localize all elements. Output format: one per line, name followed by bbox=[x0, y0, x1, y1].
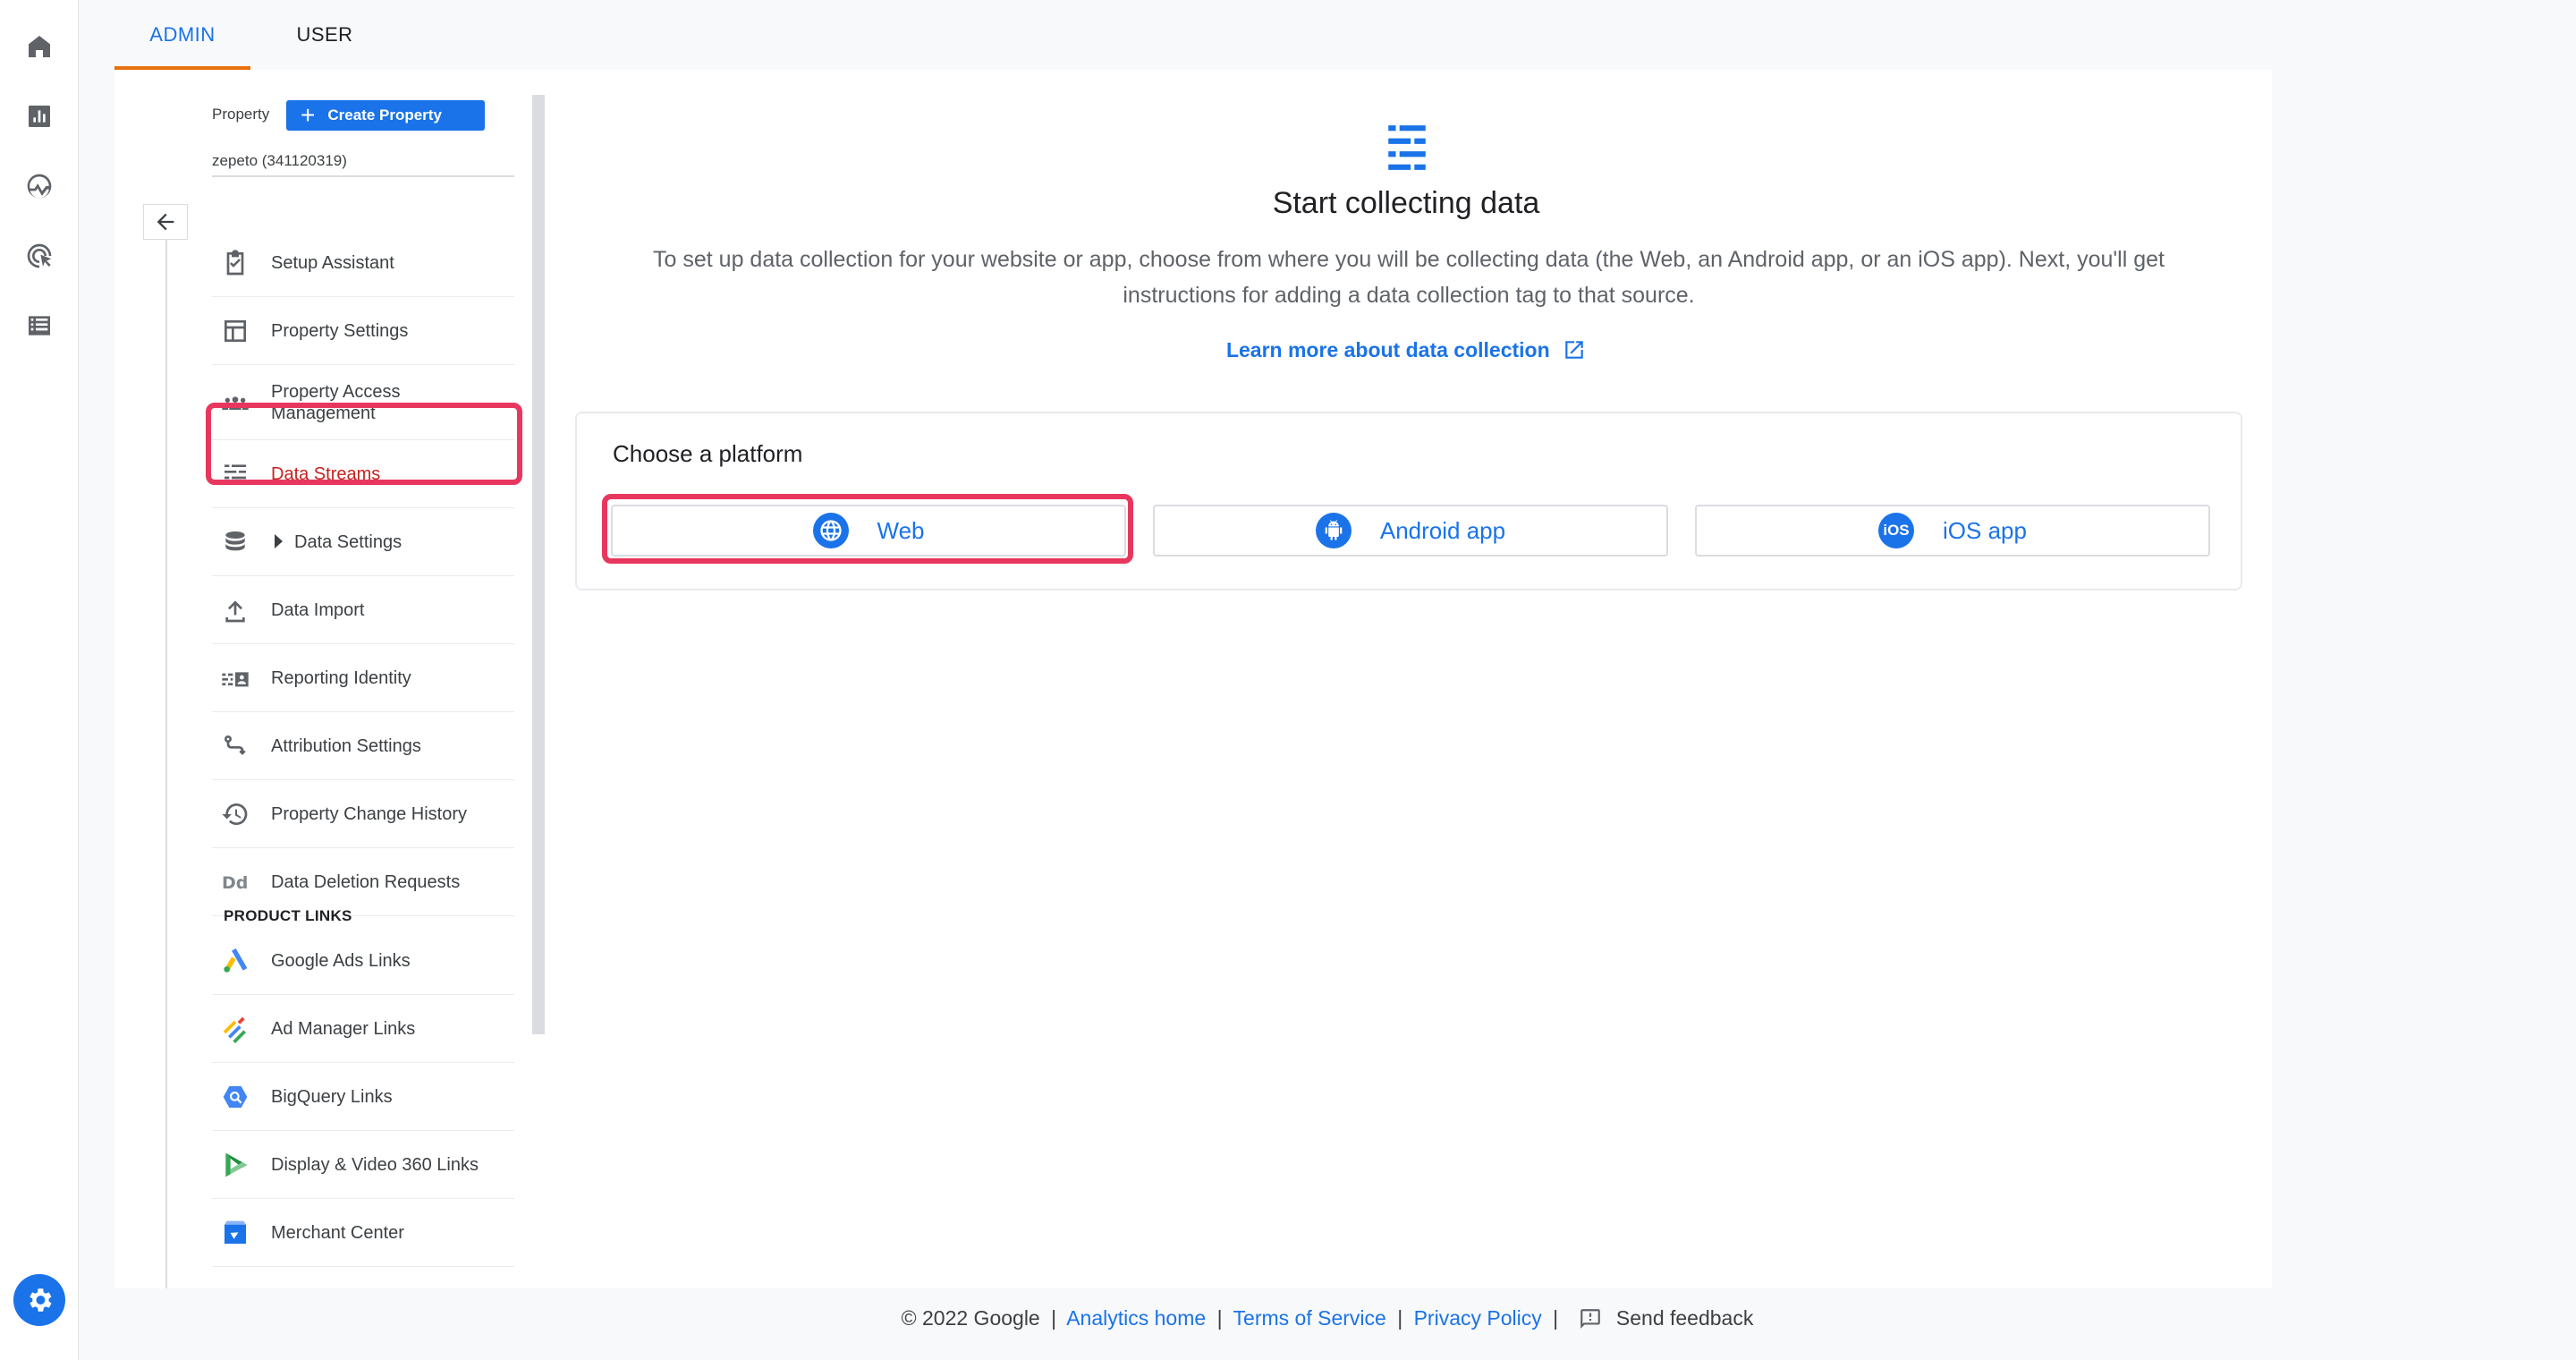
privacy-policy-link[interactable]: Privacy Policy bbox=[1414, 1306, 1542, 1330]
platform-ios-button[interactable]: iOS iOS app bbox=[1695, 505, 2210, 557]
nav-label: Data Deletion Requests bbox=[271, 872, 461, 892]
nav-item-setup-assistant[interactable]: Setup Assistant bbox=[212, 229, 514, 297]
nav-label: Display & Video 360 Links bbox=[271, 1155, 479, 1175]
google-ads-icon bbox=[221, 947, 250, 975]
ios-icon: iOS bbox=[1878, 513, 1915, 548]
tab-admin[interactable]: ADMIN bbox=[114, 0, 250, 70]
layout-icon bbox=[221, 317, 250, 345]
nav-label: Attribution Settings bbox=[271, 736, 421, 756]
nav-label: Setup Assistant bbox=[271, 253, 394, 273]
dv360-icon bbox=[221, 1151, 250, 1179]
nav-item-google-ads-links[interactable]: Google Ads Links bbox=[212, 927, 514, 995]
data-streams-hero-icon bbox=[1388, 125, 1426, 170]
admin-panel: Property + Create Property zepeto (34112… bbox=[114, 70, 2272, 1288]
platform-android-button[interactable]: Android app bbox=[1153, 505, 1668, 557]
analytics-home-link[interactable]: Analytics home bbox=[1066, 1306, 1206, 1330]
nav-item-reporting-identity[interactable]: Reporting Identity bbox=[212, 644, 514, 712]
learn-more-label: Learn more about data collection bbox=[1225, 338, 1550, 361]
footer-separator: | bbox=[1397, 1306, 1403, 1330]
plus-icon: + bbox=[301, 101, 316, 129]
page-description: To set up data collection for your websi… bbox=[653, 247, 2165, 308]
checklist-icon bbox=[221, 249, 250, 277]
back-button[interactable] bbox=[143, 204, 188, 240]
learn-more-link[interactable]: Learn more about data collection bbox=[1048, 338, 1764, 362]
nav-label: BigQuery Links bbox=[271, 1087, 393, 1107]
property-label: Property bbox=[212, 106, 270, 123]
nav-tree-line bbox=[165, 204, 167, 1288]
copyright: © 2022 Google bbox=[901, 1306, 1040, 1330]
nav-item-bigquery-links[interactable]: BigQuery Links bbox=[212, 1063, 514, 1131]
property-divider bbox=[212, 175, 514, 177]
android-icon bbox=[1315, 513, 1352, 548]
nav-label: Property Change History bbox=[271, 804, 467, 824]
analytics-admin-page: ADMIN USER Property + Create Property ze… bbox=[0, 0, 2576, 1360]
merchant-center-icon bbox=[221, 1219, 250, 1247]
footer-separator: | bbox=[1553, 1306, 1559, 1330]
ad-manager-icon bbox=[221, 1015, 250, 1043]
nav-label: Data Settings bbox=[294, 532, 402, 552]
terms-of-service-link[interactable]: Terms of Service bbox=[1233, 1306, 1386, 1330]
nav-item-data-settings[interactable]: Data Settings bbox=[212, 508, 514, 576]
nav-label: Ad Manager Links bbox=[271, 1019, 416, 1039]
identity-icon bbox=[221, 664, 250, 693]
create-property-button[interactable]: + Create Property bbox=[286, 100, 485, 131]
nav-item-attribution-settings[interactable]: Attribution Settings bbox=[212, 712, 514, 780]
nav-item-data-import[interactable]: Data Import bbox=[212, 576, 514, 644]
attribution-icon bbox=[221, 732, 250, 761]
explore-icon[interactable] bbox=[21, 168, 57, 204]
database-icon bbox=[221, 528, 250, 557]
tab-user[interactable]: USER bbox=[267, 0, 383, 70]
nav-label: Data Import bbox=[271, 600, 365, 620]
chevron-right-icon[interactable] bbox=[275, 534, 283, 548]
left-rail bbox=[0, 0, 79, 1360]
platform-label: Android app bbox=[1379, 516, 1506, 544]
property-selector[interactable]: zepeto (341120319) bbox=[212, 152, 347, 170]
configure-icon[interactable] bbox=[21, 308, 57, 344]
footer-separator: | bbox=[1051, 1306, 1057, 1330]
upload-icon bbox=[221, 596, 250, 625]
nav-item-property-change-history[interactable]: Property Change History bbox=[212, 780, 514, 848]
external-link-icon bbox=[1565, 341, 1583, 359]
nav-item-data-deletion-requests[interactable]: Dd Data Deletion Requests bbox=[212, 848, 514, 916]
nav-scrollbar[interactable] bbox=[532, 95, 545, 1034]
web-highlight bbox=[602, 494, 1133, 564]
card-title: Choose a platform bbox=[613, 440, 803, 467]
arrow-left-icon bbox=[157, 213, 174, 231]
nav-label: Merchant Center bbox=[271, 1223, 404, 1243]
send-feedback-label: Send feedback bbox=[1615, 1306, 1754, 1330]
product-links-heading: PRODUCT LINKS bbox=[224, 907, 352, 924]
footer: © 2022 Google | Analytics home | Terms o… bbox=[0, 1306, 2576, 1330]
history-icon bbox=[221, 800, 250, 829]
top-tab-bar: ADMIN USER bbox=[79, 0, 2576, 70]
send-feedback-button[interactable]: Send feedback bbox=[1570, 1306, 1754, 1330]
bigquery-icon bbox=[221, 1083, 250, 1111]
nav-item-property-settings[interactable]: Property Settings bbox=[212, 297, 514, 365]
nav-label: Reporting Identity bbox=[271, 668, 411, 688]
svg-text:Dd: Dd bbox=[222, 873, 248, 893]
reports-icon[interactable] bbox=[21, 98, 57, 134]
nav-item-dv360-links[interactable]: Display & Video 360 Links bbox=[212, 1131, 514, 1199]
create-property-label: Create Property bbox=[327, 106, 442, 123]
property-nav: Property + Create Property zepeto (34112… bbox=[114, 70, 546, 1288]
feedback-icon bbox=[1580, 1309, 1600, 1329]
home-icon[interactable] bbox=[21, 29, 57, 64]
advertising-icon[interactable] bbox=[21, 238, 57, 274]
nav-label: Google Ads Links bbox=[271, 951, 411, 971]
page-title: Start collecting data bbox=[1272, 186, 1540, 220]
nav-item-ad-manager-links[interactable]: Ad Manager Links bbox=[212, 995, 514, 1063]
footer-separator: | bbox=[1216, 1306, 1223, 1330]
platform-label: iOS app bbox=[1943, 516, 2027, 544]
dd-icon: Dd bbox=[221, 868, 250, 897]
nav-label: Property Settings bbox=[271, 321, 409, 341]
data-streams-highlight bbox=[206, 403, 522, 485]
nav-item-merchant-center[interactable]: Merchant Center bbox=[212, 1199, 514, 1267]
